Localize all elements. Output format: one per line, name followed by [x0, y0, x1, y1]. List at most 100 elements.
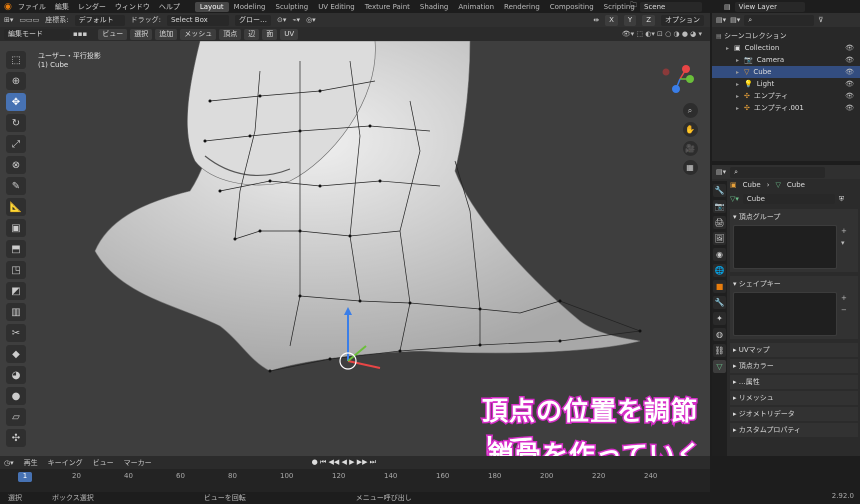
menu-vertex[interactable]: 頂点: [219, 28, 242, 40]
camera-view-icon[interactable]: 🎥: [682, 141, 698, 156]
menu-edge[interactable]: 辺: [244, 28, 260, 40]
polybuild-tool-icon[interactable]: ◆: [6, 345, 26, 363]
current-frame-indicator[interactable]: 1: [18, 472, 32, 482]
world-tab-icon[interactable]: 🌐: [713, 264, 726, 277]
orientation-dropdown[interactable]: グロー…: [234, 14, 271, 26]
coord-dropdown[interactable]: デフォルト: [74, 14, 125, 26]
spin-tool-icon[interactable]: ◕: [6, 366, 26, 384]
zoom-icon[interactable]: ⌕: [682, 103, 698, 118]
workspace-tab[interactable]: Compositing: [545, 2, 599, 12]
expand-arrow-icon[interactable]: ▸: [736, 69, 744, 76]
outliner-item[interactable]: ▸ 📷 Camera 👁: [712, 54, 860, 66]
display-mode-icon[interactable]: ▤▾: [730, 16, 740, 24]
shape-keys-title[interactable]: ▾ シェイプキー: [733, 279, 855, 289]
workspace-tab[interactable]: Rendering: [499, 2, 545, 12]
proportional-icon[interactable]: ◎▾: [306, 16, 316, 24]
properties-search-input[interactable]: ⌕: [730, 166, 826, 178]
menu-item[interactable]: 編集: [55, 3, 69, 11]
outliner-editor-icon[interactable]: ▤▾: [716, 16, 726, 24]
mode-dropdown[interactable]: 編集モード: [4, 28, 70, 40]
measure-tool-icon[interactable]: 📐: [6, 198, 26, 216]
expand-arrow-icon[interactable]: ▸: [736, 81, 744, 88]
marker-menu[interactable]: マーカー: [124, 458, 152, 468]
pan-hand-icon[interactable]: ✋: [682, 122, 698, 137]
vertex-group-add-icon[interactable]: + ▾: [841, 225, 847, 269]
axis-x[interactable]: X: [605, 14, 618, 26]
axis-y[interactable]: Y: [623, 14, 637, 26]
visibility-eye-icon[interactable]: 👁: [845, 104, 854, 112]
menu-mesh[interactable]: メッシュ: [180, 28, 217, 40]
scene-collection-row[interactable]: ▤ シーンコレクション: [712, 30, 860, 42]
collapsed-panel[interactable]: ▸ カスタムプロパティ: [730, 423, 858, 437]
knife-tool-icon[interactable]: ✂: [6, 324, 26, 342]
workspace-tab[interactable]: UV Editing: [313, 2, 360, 12]
3d-viewport[interactable]: ユーザー・平行投影 (1) Cube ⬚ ⊕ ✥ ↻ ⤢ ⊗ ✎ 📐 ▣ ⬒ ◳…: [0, 41, 710, 456]
shading-buttons[interactable]: 👁▾ ⬚ ◐▾ ⊡ ○ ◑ ● ◕ ▾: [622, 30, 702, 38]
workspace-tab[interactable]: Shading: [415, 2, 453, 12]
vertex-groups-title[interactable]: ▾ 頂点グループ: [733, 212, 855, 222]
tool-tab-icon[interactable]: 🔧: [713, 184, 726, 197]
menu-view[interactable]: ビュー: [98, 28, 128, 40]
visibility-eye-icon[interactable]: 👁: [845, 56, 854, 64]
shape-keys-list[interactable]: [733, 292, 837, 336]
rotate-tool-icon[interactable]: ↻: [6, 114, 26, 132]
timeline-editor-icon[interactable]: ◷▾: [4, 459, 14, 467]
output-tab-icon[interactable]: 🖨: [713, 216, 726, 229]
workspace-tab[interactable]: Layout: [194, 1, 229, 12]
editor-type-icon[interactable]: ⊞▾: [4, 16, 13, 24]
mesh-datablock-icon[interactable]: ▽▾: [730, 195, 739, 203]
view-layer-name[interactable]: View Layer: [734, 1, 805, 12]
mesh-name-field[interactable]: Cube: [742, 194, 835, 204]
visibility-eye-icon[interactable]: 👁: [845, 68, 854, 76]
playback-controls[interactable]: ● ⏮ ◀◀ ◀ ▶ ▶▶ ⏭: [312, 458, 376, 467]
expand-arrow-icon[interactable]: ▸: [736, 57, 744, 64]
outliner-item[interactable]: ▸ ▽ Cube 👁: [712, 66, 860, 78]
visibility-eye-icon[interactable]: 👁: [845, 92, 854, 100]
menu-item[interactable]: ウィンドウ: [115, 3, 150, 11]
transform-tool-icon[interactable]: ⊗: [6, 156, 26, 174]
render-tab-icon[interactable]: 📷: [713, 200, 726, 213]
timeline-view-menu[interactable]: ビュー: [93, 458, 114, 468]
object-tab-icon[interactable]: ■: [713, 280, 726, 293]
outliner-search-input[interactable]: ⌕: [744, 14, 815, 26]
pivot-icon[interactable]: ⊙▾: [277, 16, 286, 24]
blender-logo-icon[interactable]: ◉: [4, 2, 12, 12]
rip-tool-icon[interactable]: ✣: [6, 429, 26, 447]
axis-navigation-gizmo[interactable]: [662, 65, 695, 93]
keying-menu[interactable]: キーイング: [48, 458, 83, 468]
menu-add[interactable]: 追加: [155, 28, 178, 40]
menu-item[interactable]: レンダー: [78, 3, 106, 11]
expand-arrow-icon[interactable]: ▸: [736, 105, 744, 112]
view-layer-tab-icon[interactable]: 🖼: [713, 232, 726, 245]
menu-select[interactable]: 選択: [130, 28, 153, 40]
shape-key-add-icon[interactable]: + −: [841, 292, 847, 336]
cursor-tool-icon[interactable]: ⊕: [6, 72, 26, 90]
collapsed-panel[interactable]: ▸ UVマップ: [730, 343, 858, 357]
extrude-tool-icon[interactable]: ⬒: [6, 240, 26, 258]
smooth-tool-icon[interactable]: ●: [6, 387, 26, 405]
vertex-groups-list[interactable]: [733, 225, 837, 269]
collapsed-panel[interactable]: ▸ 頂点カラー: [730, 359, 858, 373]
move-tool-icon[interactable]: ✥: [6, 93, 26, 111]
snap-icon[interactable]: ⌁▾: [292, 16, 300, 24]
fake-user-icon[interactable]: ⛨: [839, 195, 844, 204]
shear-tool-icon[interactable]: ▱: [6, 408, 26, 426]
outliner-item[interactable]: ▸ ✣ エンプティ 👁: [712, 90, 860, 102]
modifier-tab-icon[interactable]: 🔧: [713, 296, 726, 309]
options-dropdown[interactable]: オプション: [661, 14, 704, 26]
mesh-data-tab-icon[interactable]: ▽: [713, 360, 726, 373]
particles-tab-icon[interactable]: ✦: [713, 312, 726, 325]
workspace-tab[interactable]: Texture Paint: [360, 2, 415, 12]
menu-face[interactable]: 面: [262, 28, 278, 40]
perspective-grid-icon[interactable]: ▦: [682, 160, 698, 175]
select-tool-icon[interactable]: ⬚: [6, 51, 26, 69]
scale-tool-icon[interactable]: ⤢: [6, 135, 26, 153]
visibility-eye-icon[interactable]: 👁: [845, 80, 854, 88]
workspace-tab[interactable]: Modeling: [229, 2, 271, 12]
menu-uv[interactable]: UV: [280, 28, 299, 40]
outliner-item[interactable]: ▸ 💡 Light 👁: [712, 78, 860, 90]
add-cube-tool-icon[interactable]: ▣: [6, 219, 26, 237]
collapsed-panel[interactable]: ▸ …属性: [730, 375, 858, 389]
scene-selector[interactable]: 🗀 Scene ▤ View Layer: [630, 1, 805, 12]
frame-ruler[interactable]: 120406080100120140160180200220240: [10, 472, 710, 484]
